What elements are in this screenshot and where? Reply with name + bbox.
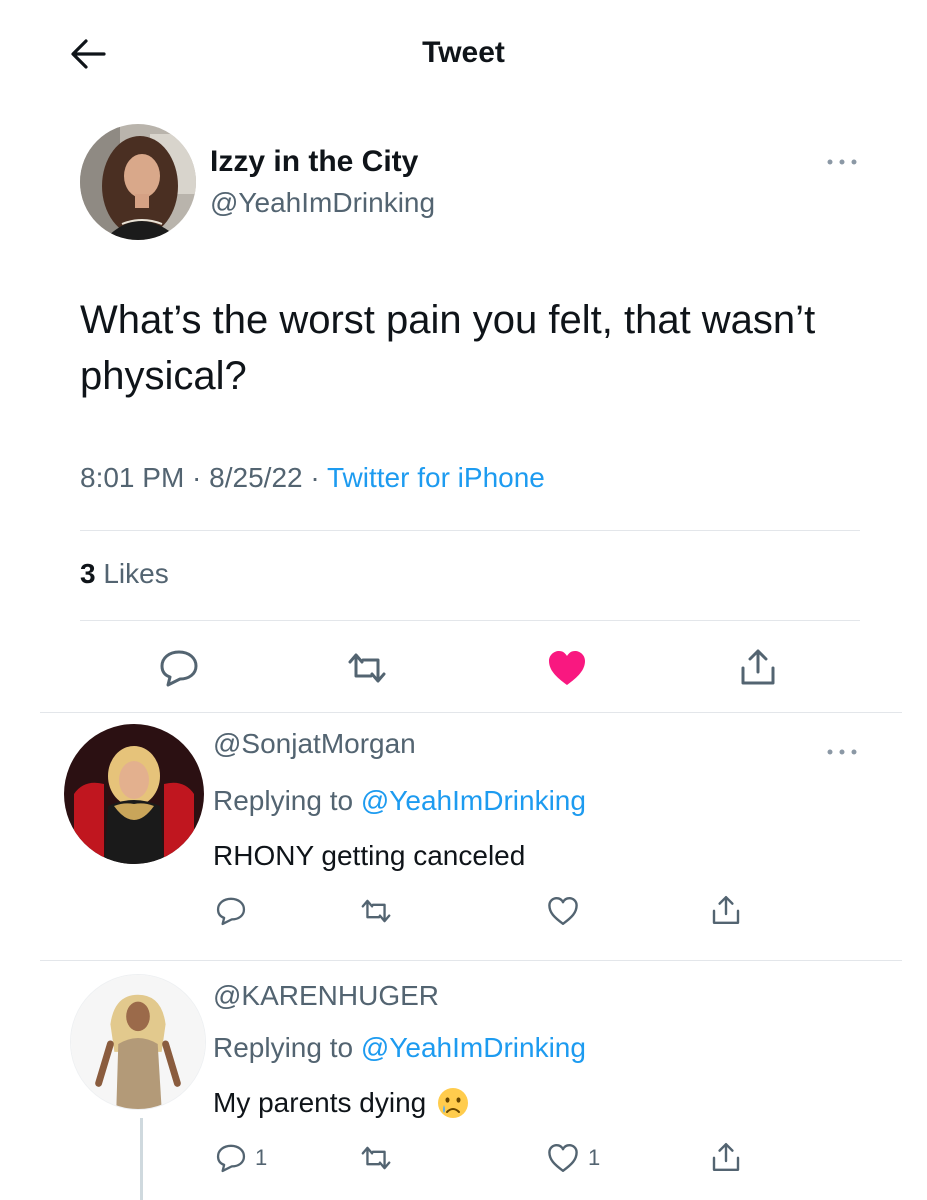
likes-stat[interactable]: 3 Likes (80, 558, 169, 590)
replying-to-handle[interactable]: @YeahImDrinking (361, 1032, 586, 1063)
share-button[interactable] (710, 893, 742, 927)
comment-icon (160, 650, 198, 687)
divider (80, 530, 860, 531)
reply-text: RHONY getting canceled (213, 840, 525, 872)
like-button[interactable]: 1 (546, 1142, 600, 1174)
reply-avatar[interactable] (70, 974, 206, 1110)
retweet-icon (361, 899, 391, 923)
heart-icon (548, 897, 578, 925)
reply-handle[interactable]: @SonjatMorgan (213, 728, 416, 760)
reply-button[interactable] (215, 895, 247, 927)
page-title: Tweet (422, 36, 505, 69)
tweet-meta: 8:01 PM · 8/25/22 · Twitter for iPhone (80, 462, 545, 494)
top-bar: Tweet (0, 0, 927, 110)
reply-text: My parents dying (213, 1086, 470, 1120)
retweet-icon (348, 653, 386, 683)
comment-icon (216, 1144, 246, 1173)
reply-avatar[interactable] (64, 724, 204, 864)
heart-filled-icon (549, 651, 585, 685)
author-handle[interactable]: @YeahImDrinking (210, 187, 435, 219)
replying-to-handle[interactable]: @YeahImDrinking (361, 785, 586, 816)
retweet-button[interactable] (358, 1144, 394, 1172)
likes-label: Likes (103, 558, 169, 589)
like-button[interactable] (546, 648, 588, 688)
divider (80, 620, 860, 621)
more-options-icon[interactable] (822, 742, 862, 762)
thread-line (140, 1118, 143, 1200)
replying-to: Replying to @YeahImDrinking (213, 785, 586, 817)
crying-face-emoji (436, 1086, 470, 1120)
retweet-icon (361, 1146, 391, 1170)
reply-count: 1 (255, 1145, 268, 1170)
like-button[interactable] (546, 895, 580, 927)
meta-separator: · (302, 462, 327, 493)
replying-prefix: Replying to (213, 1032, 361, 1063)
author-name[interactable]: Izzy in the City (210, 145, 418, 179)
retweet-button[interactable] (344, 650, 390, 686)
replying-prefix: Replying to (213, 785, 361, 816)
retweet-button[interactable] (358, 897, 394, 925)
share-button[interactable] (710, 1140, 742, 1174)
heart-icon (548, 1144, 578, 1172)
tweet-text: What’s the worst pain you felt, that was… (80, 298, 816, 398)
divider (40, 960, 902, 961)
reply-text-content: RHONY getting canceled (213, 840, 526, 871)
share-button[interactable] (738, 646, 778, 688)
more-options-icon[interactable] (822, 152, 862, 172)
tweet-date: 8/25/22 (209, 462, 303, 493)
share-icon (712, 1143, 740, 1171)
tweet-time: 8:01 PM (80, 462, 185, 493)
likes-count: 3 (80, 558, 96, 589)
replying-to: Replying to @YeahImDrinking (213, 1032, 586, 1064)
comment-icon (216, 897, 246, 926)
tweet-source-link[interactable]: Twitter for iPhone (327, 462, 545, 493)
meta-separator: · (184, 462, 210, 493)
share-icon (712, 896, 740, 925)
share-icon (741, 649, 775, 685)
reply-button[interactable]: 1 (215, 1142, 267, 1174)
reply-button[interactable] (158, 648, 200, 688)
like-count: 1 (588, 1145, 601, 1170)
author-avatar[interactable] (80, 124, 196, 240)
reply-text-content: My parents dying (213, 1087, 427, 1118)
divider (40, 712, 902, 713)
reply-handle[interactable]: @KARENHUGER (213, 980, 439, 1012)
